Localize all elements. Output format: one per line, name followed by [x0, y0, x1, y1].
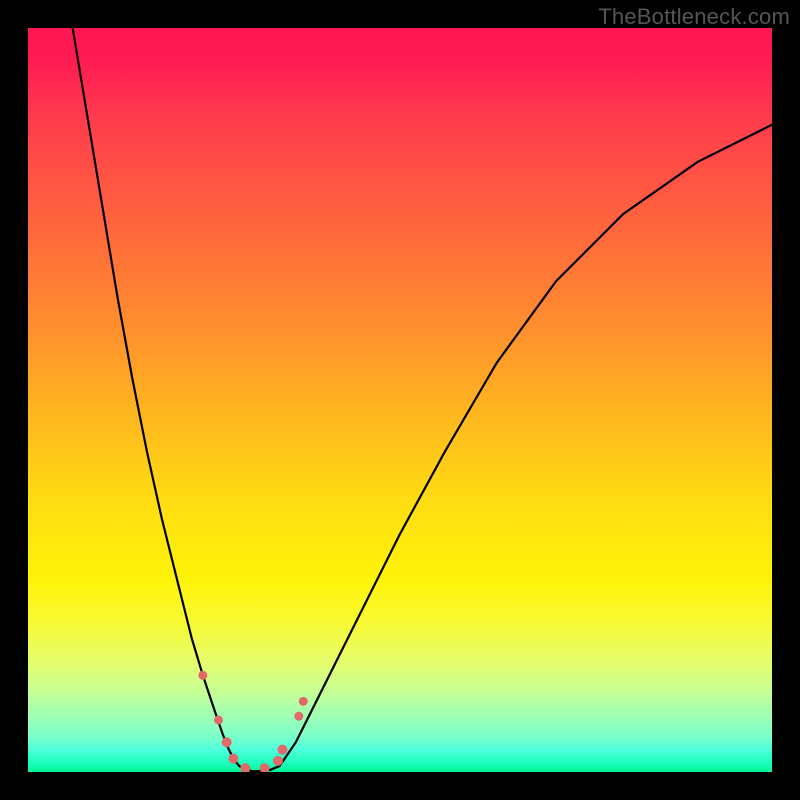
data-marker — [294, 712, 303, 721]
curve-overlay — [28, 28, 772, 772]
data-marker — [277, 745, 287, 755]
data-marker — [240, 763, 250, 772]
watermark-text: TheBottleneck.com — [598, 4, 790, 30]
ascending-curve — [279, 125, 772, 766]
data-marker — [299, 697, 308, 706]
plot-area — [28, 28, 772, 772]
data-marker — [222, 737, 232, 747]
descending-curve — [73, 28, 280, 771]
data-marker — [198, 671, 207, 680]
data-markers — [198, 671, 307, 772]
data-marker — [273, 756, 283, 766]
data-marker — [260, 763, 270, 772]
data-marker — [228, 754, 238, 764]
chart-frame: TheBottleneck.com — [0, 0, 800, 800]
data-marker — [214, 715, 223, 724]
